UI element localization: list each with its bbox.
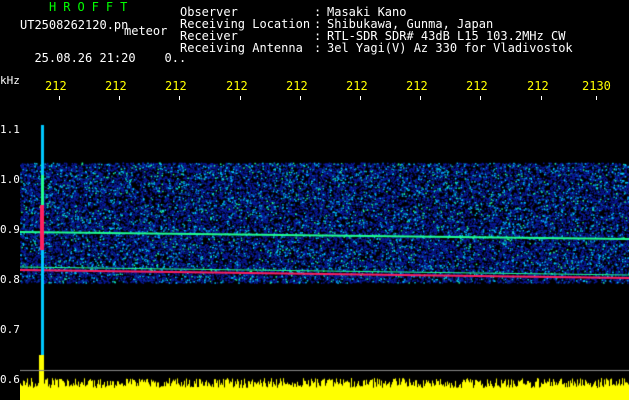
y-tick-label: 0.8 [0, 273, 20, 286]
y-tick-label: 1.0 [0, 173, 20, 186]
y-tick-label: 0.9 [0, 223, 20, 236]
x-tick-label: 212 [406, 79, 428, 93]
file-name: UT2508262120.pn [20, 18, 129, 32]
antenna-value: 3el Yagi(V) Az 330 for Vladivostok [327, 41, 573, 55]
antenna-colon: : [314, 41, 322, 55]
x-tick-label: 212 [105, 79, 127, 93]
y-tick-label: 0.7 [0, 323, 20, 336]
x-tick-label: 212 [45, 79, 67, 93]
y-tick-label: 1.1 [0, 123, 20, 136]
event-tag: meteor [124, 24, 168, 38]
x-tick-label: 212 [286, 79, 308, 93]
x-tick-label: 212 [466, 79, 488, 93]
x-tick-label: 212 [346, 79, 368, 93]
y-tick-label: 0.6 [0, 373, 20, 386]
x-tick-label: 212 [226, 79, 248, 93]
antenna-label: Receiving Antenna [180, 41, 303, 55]
x-tick-label: 212 [527, 79, 549, 93]
y-unit-label: kHz [0, 74, 20, 87]
x-tick-label: 2130 [582, 79, 611, 93]
capture-datetime: 25.08.26 21:20 0.. [20, 40, 186, 64]
spectrogram-canvas [20, 100, 629, 400]
datetime-text: 25.08.26 21:20 [34, 51, 136, 65]
x-tick-label: 212 [165, 79, 187, 93]
app-title: HROFFT [49, 0, 135, 14]
